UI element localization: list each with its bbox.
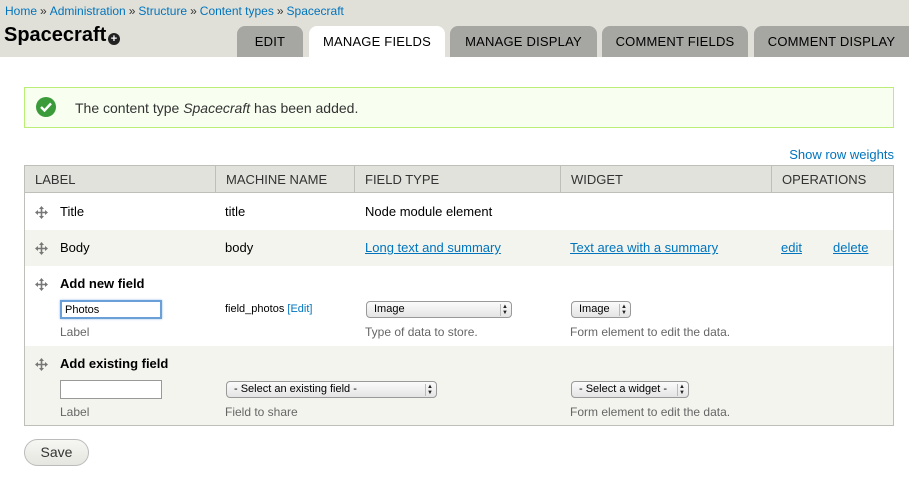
new-field-type-select[interactable]: Image ▲ ▼ (366, 301, 512, 318)
column-header-field-type: Field type (354, 166, 560, 193)
breadcrumb-structure[interactable]: Structure (138, 4, 187, 18)
tab-edit[interactable]: Edit (237, 26, 303, 57)
breadcrumb-spacecraft[interactable]: Spacecraft (287, 4, 344, 18)
drag-handle-icon[interactable] (35, 278, 48, 291)
show-row-weights-link[interactable]: Show row weights (789, 147, 894, 162)
table-row: Title title Node module element (25, 194, 893, 230)
existing-widget-desc: Form element to edit the data. (570, 405, 731, 419)
add-shortcut-icon[interactable]: + (108, 33, 120, 45)
tab-comment-fields[interactable]: Comment fields (602, 26, 748, 57)
existing-field-label-desc: Label (60, 405, 90, 419)
breadcrumb-administration[interactable]: Administration (50, 4, 126, 18)
new-field-type-desc: Type of data to store. (365, 325, 478, 339)
fields-table: Label Machine name Field type Widget Ope… (24, 165, 894, 426)
new-field-label-desc: Label (60, 325, 90, 339)
new-field-widget-select[interactable]: Image ▲ ▼ (571, 301, 631, 318)
existing-widget-select[interactable]: - Select a widget - ▲ ▼ (571, 381, 689, 398)
checkmark-icon (36, 97, 56, 117)
table-header: Label Machine name Field type Widget Ope… (25, 166, 893, 193)
breadcrumb-separator: » (128, 4, 136, 18)
new-field-widget-desc: Form element to edit the data. (570, 325, 731, 339)
field-label-title: Title (60, 204, 85, 219)
breadcrumb-separator: » (40, 4, 47, 18)
breadcrumb-home[interactable]: Home (5, 4, 37, 18)
new-field-label-input[interactable] (60, 300, 162, 319)
tab-comment-display[interactable]: Comment display (754, 26, 909, 57)
field-machine-body: body (225, 240, 254, 255)
table-row-add-existing-field: Add existing field Label - Select an exi… (25, 346, 893, 425)
select-arrows-icon: ▲ ▼ (677, 384, 685, 396)
header-band: Home» Administration» Structure» Content ty… (0, 0, 909, 57)
breadcrumb-separator: » (276, 4, 284, 18)
add-existing-field-title: Add existing field (60, 356, 169, 371)
select-arrows-icon: ▲ ▼ (619, 304, 627, 316)
field-type-body-link[interactable]: Long text and summary (365, 240, 501, 255)
select-arrows-icon: ▲ ▼ (500, 304, 508, 316)
widget-body-link[interactable]: Text area with a summary (570, 240, 718, 255)
status-message-text: The content type Spacecraft has been add… (75, 100, 359, 116)
breadcrumb-separator: » (190, 4, 197, 18)
select-arrows-icon: ▲ ▼ (425, 384, 433, 396)
drag-handle-icon[interactable] (35, 358, 48, 371)
drag-handle-icon[interactable] (35, 206, 48, 219)
tab-manage-fields[interactable]: Manage fields (309, 26, 445, 57)
machine-name-edit-link[interactable]: [Edit] (287, 303, 312, 315)
add-new-field-title: Add new field (60, 276, 145, 291)
content-type-name: Spacecraft (183, 100, 251, 116)
field-type-title: Node module element (365, 204, 493, 219)
table-row: Body body Long text and summary Text are… (25, 230, 893, 266)
breadcrumb: Home» Administration» Structure» Content ty… (5, 4, 344, 18)
tab-manage-display[interactable]: Manage display (450, 26, 597, 57)
existing-field-desc: Field to share (225, 405, 298, 419)
drag-handle-icon[interactable] (35, 242, 48, 255)
delete-body-link[interactable]: delete (833, 240, 868, 255)
edit-body-link[interactable]: edit (781, 240, 802, 255)
save-button[interactable]: Save (24, 439, 89, 466)
page-title: Spacecraft (4, 24, 107, 46)
breadcrumb-content-types[interactable]: Content types (200, 4, 274, 18)
existing-field-label-input[interactable] (60, 380, 162, 399)
column-header-label: Label (35, 172, 76, 187)
field-label-body: Body (60, 240, 90, 255)
new-field-machine-name: field_photos [Edit] (225, 303, 313, 315)
status-message: The content type Spacecraft has been add… (24, 87, 894, 128)
column-header-machine-name: Machine name (215, 166, 354, 193)
existing-field-select[interactable]: - Select an existing field - ▲ ▼ (226, 381, 437, 398)
table-row-add-new-field: Add new field Label field_photos [Edit] … (25, 266, 893, 346)
column-header-operations: Operations (771, 166, 893, 193)
column-header-widget: Widget (560, 166, 771, 193)
field-machine-title: title (225, 204, 246, 219)
